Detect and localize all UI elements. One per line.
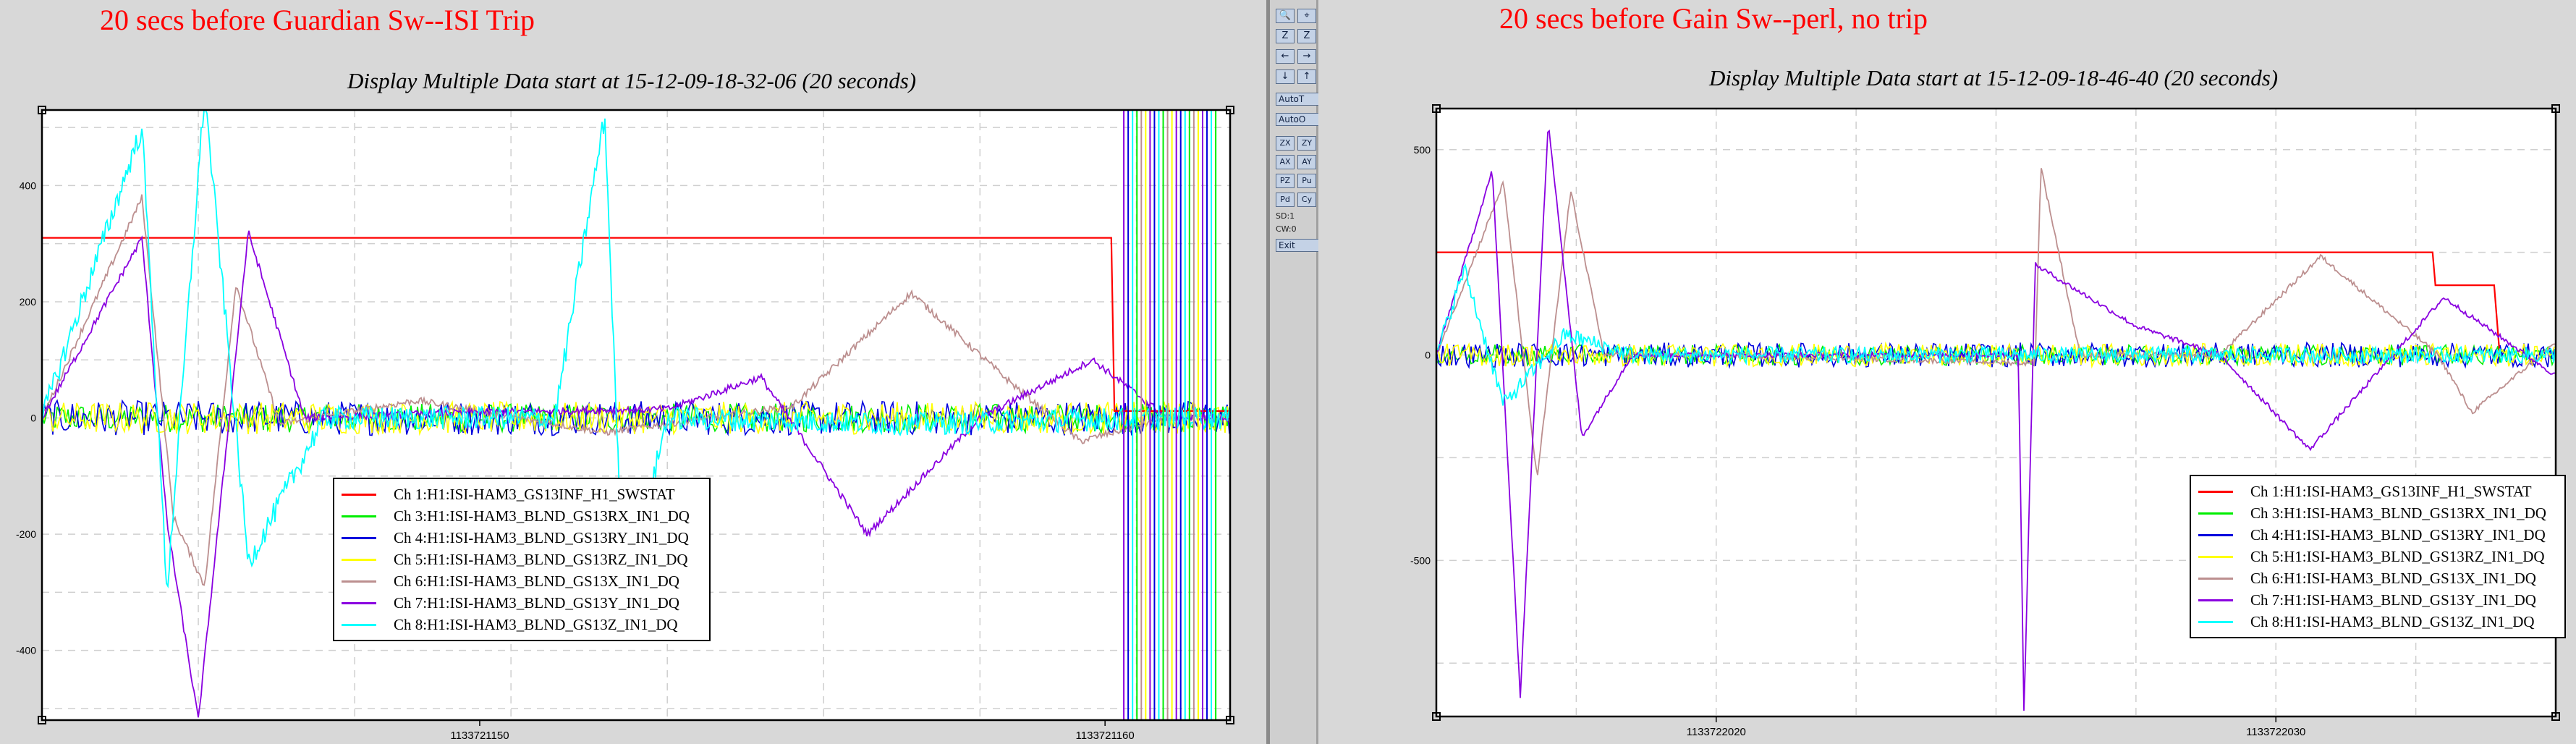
x-tick-label: 1133722030 — [2246, 726, 2305, 738]
y-tick-label: -400 — [16, 645, 36, 656]
y-tick-label: 200 — [20, 296, 37, 308]
legend-item: Ch 3:H1:ISI-HAM3_BLND_GS13RX_IN1_DQ — [342, 505, 702, 527]
autoo-button[interactable]: AutoO — [1276, 113, 1319, 126]
legend-swatch — [2198, 533, 2233, 536]
right-legend: Ch 1:H1:ISI-HAM3_GS13INF_H1_SWSTAT Ch 3:H… — [2190, 475, 2566, 638]
control-button-pz[interactable]: PZ — [1276, 174, 1295, 188]
control-button-ay[interactable]: AY — [1297, 155, 1316, 169]
legend-label: Ch 6:H1:ISI-HAM3_BLND_GS13X_IN1_DQ — [394, 572, 679, 590]
y-tick-label: 0 — [30, 413, 36, 424]
legend-item: Ch 1:H1:ISI-HAM3_GS13INF_H1_SWSTAT — [342, 483, 702, 505]
legend-label: Ch 8:H1:ISI-HAM3_BLND_GS13Z_IN1_DQ — [2250, 612, 2535, 630]
right-chart-panel: 20 secs before Gain Sw--perl, no trip Di… — [1318, 0, 2576, 744]
legend-swatch — [2198, 599, 2233, 601]
legend-swatch — [2198, 490, 2233, 493]
legend-item: Ch 1:H1:ISI-HAM3_GS13INF_H1_SWSTAT — [2198, 481, 2557, 502]
control-button-cy[interactable]: Cy — [1297, 193, 1316, 207]
y-tick-label: -200 — [16, 528, 36, 540]
x-tick-label: 1133722020 — [1687, 726, 1746, 738]
control-button-zy[interactable]: ZY — [1297, 136, 1316, 151]
x-tick-label: 1133721160 — [1076, 730, 1135, 742]
arrow-right-icon[interactable]: → — [1297, 49, 1316, 64]
legend-label: Ch 1:H1:ISI-HAM3_GS13INF_H1_SWSTAT — [2250, 482, 2532, 500]
legend-swatch — [2198, 555, 2233, 558]
legend-swatch — [2198, 512, 2233, 515]
legend-item: Ch 7:H1:ISI-HAM3_BLND_GS13Y_IN1_DQ — [2198, 589, 2557, 611]
legend-item: Ch 4:H1:ISI-HAM3_BLND_GS13RY_IN1_DQ — [342, 527, 702, 549]
y-tick-label: 400 — [20, 179, 37, 191]
legend-swatch — [342, 515, 376, 517]
y-tick-label: -500 — [1410, 554, 1431, 566]
legend-swatch — [342, 536, 376, 539]
legend-item: Ch 6:H1:ISI-HAM3_BLND_GS13X_IN1_DQ — [342, 570, 702, 592]
zoom-z-icon[interactable]: Z — [1276, 29, 1295, 43]
exit-button[interactable]: Exit — [1276, 239, 1319, 252]
legend-swatch — [342, 493, 376, 496]
legend-label: Ch 5:H1:ISI-HAM3_BLND_GS13RZ_IN1_DQ — [2250, 547, 2545, 565]
control-button-pu[interactable]: Pu — [1297, 174, 1316, 188]
arrow-up-icon[interactable]: ↑ — [1297, 69, 1316, 84]
legend-label: Ch 7:H1:ISI-HAM3_BLND_GS13Y_IN1_DQ — [394, 593, 679, 612]
arrow-left-icon[interactable]: ← — [1276, 49, 1295, 64]
control-button-pd[interactable]: Pd — [1276, 193, 1295, 207]
autot-button[interactable]: AutoT — [1276, 93, 1319, 106]
legend-label: Ch 3:H1:ISI-HAM3_BLND_GS13RX_IN1_DQ — [2250, 504, 2546, 522]
x-tick-label: 1133721150 — [450, 730, 509, 742]
legend-swatch — [342, 580, 376, 583]
control-button-ax[interactable]: AX — [1276, 155, 1295, 169]
legend-label: Ch 4:H1:ISI-HAM3_BLND_GS13RY_IN1_DQ — [2250, 525, 2546, 544]
legend-item: Ch 8:H1:ISI-HAM3_BLND_GS13Z_IN1_DQ — [342, 614, 702, 635]
control-toolbar: 🔍 ⌖ Z Z ← → ↓ ↑ AutoT AutoO ZX ZY AX AY PZ Pu Pd Cy SD:1 CW… — [1266, 0, 1319, 744]
legend-label: Ch 1:H1:ISI-HAM3_GS13INF_H1_SWSTAT — [394, 485, 675, 503]
legend-item: Ch 6:H1:ISI-HAM3_BLND_GS13X_IN1_DQ — [2198, 567, 2557, 589]
legend-label: Ch 5:H1:ISI-HAM3_BLND_GS13RZ_IN1_DQ — [394, 550, 688, 568]
legend-swatch — [342, 558, 376, 561]
legend-label: Ch 4:H1:ISI-HAM3_BLND_GS13RY_IN1_DQ — [394, 528, 689, 546]
left-legend: Ch 1:H1:ISI-HAM3_GS13INF_H1_SWSTAT Ch 3:H… — [333, 478, 711, 641]
legend-swatch — [2198, 620, 2233, 623]
legend-item: Ch 8:H1:ISI-HAM3_BLND_GS13Z_IN1_DQ — [2198, 611, 2557, 633]
zoom-xy-icon[interactable]: ⌖ — [1297, 9, 1316, 23]
zoom-z2-icon[interactable]: Z — [1297, 29, 1316, 43]
legend-label: Ch 8:H1:ISI-HAM3_BLND_GS13Z_IN1_DQ — [394, 615, 678, 633]
control-button-zx[interactable]: ZX — [1276, 136, 1295, 151]
legend-item: Ch 5:H1:ISI-HAM3_BLND_GS13RZ_IN1_DQ — [2198, 546, 2557, 567]
zoom-in-icon[interactable]: 🔍 — [1276, 9, 1295, 23]
legend-label: Ch 7:H1:ISI-HAM3_BLND_GS13Y_IN1_DQ — [2250, 591, 2536, 609]
y-tick-label: 0 — [1425, 350, 1431, 361]
left-chart-panel: 20 secs before Guardian Sw--ISI Trip Dis… — [0, 0, 1266, 744]
legend-label: Ch 3:H1:ISI-HAM3_BLND_GS13RX_IN1_DQ — [394, 507, 690, 525]
status-label: SD:1 — [1276, 211, 1295, 221]
legend-item: Ch 7:H1:ISI-HAM3_BLND_GS13Y_IN1_DQ — [342, 592, 702, 614]
legend-label: Ch 6:H1:ISI-HAM3_BLND_GS13X_IN1_DQ — [2250, 569, 2536, 587]
legend-item: Ch 4:H1:ISI-HAM3_BLND_GS13RY_IN1_DQ — [2198, 524, 2557, 546]
status-label: CW:0 — [1276, 224, 1297, 234]
legend-swatch — [342, 601, 376, 604]
arrow-down-icon[interactable]: ↓ — [1276, 69, 1295, 84]
legend-item: Ch 3:H1:ISI-HAM3_BLND_GS13RX_IN1_DQ — [2198, 502, 2557, 524]
legend-swatch — [342, 623, 376, 626]
legend-item: Ch 5:H1:ISI-HAM3_BLND_GS13RZ_IN1_DQ — [342, 549, 702, 570]
y-tick-label: 500 — [1414, 144, 1431, 156]
legend-swatch — [2198, 577, 2233, 580]
